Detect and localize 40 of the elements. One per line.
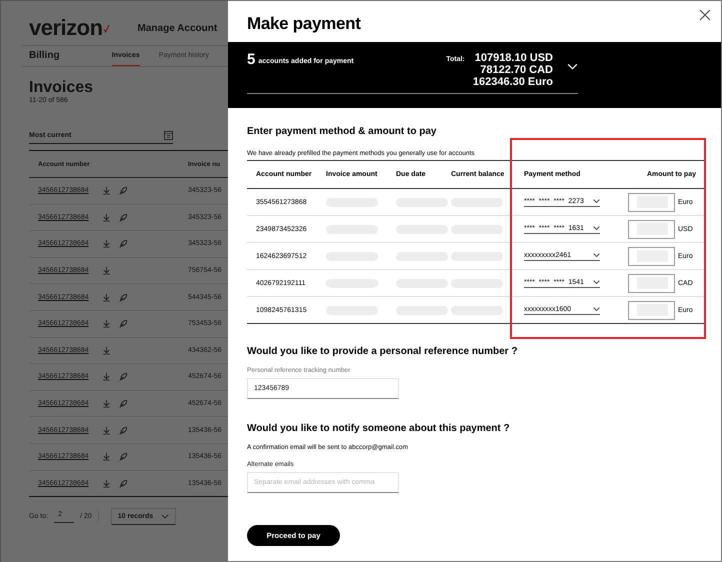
close-button[interactable] xyxy=(699,9,711,21)
section-title: Enter payment method & amount to pay xyxy=(247,126,438,137)
chevron-down-icon[interactable] xyxy=(567,63,578,70)
total-amount: 78122.70 CAD xyxy=(480,64,553,76)
close-icon xyxy=(699,9,711,21)
section-title: Would you like to notify someone about this payment ? xyxy=(247,423,511,434)
download-icon[interactable] xyxy=(102,452,110,462)
download-icon[interactable] xyxy=(102,399,110,408)
download-icon[interactable] xyxy=(102,266,110,276)
chevron-down-icon xyxy=(593,198,600,204)
amount-field[interactable] xyxy=(628,300,675,320)
header-title: Manage Account xyxy=(138,22,218,34)
download-icon[interactable] xyxy=(102,186,110,196)
page-title: Invoices xyxy=(29,79,94,97)
chevron-down-icon xyxy=(593,226,600,230)
amount-field[interactable] xyxy=(628,246,675,266)
download-icon[interactable] xyxy=(102,239,110,248)
total-amount: 107918.10 USD xyxy=(474,52,553,64)
section-title: Would you like to provide a personal reference number ? xyxy=(247,346,518,357)
download-icon[interactable] xyxy=(102,372,110,382)
account-count: 5 xyxy=(247,52,256,67)
download-icon[interactable] xyxy=(102,478,110,488)
download-icon[interactable] xyxy=(102,212,110,222)
download-icon[interactable] xyxy=(102,319,110,328)
download-icon[interactable] xyxy=(102,426,110,435)
download-icon[interactable] xyxy=(102,292,110,302)
section-title: Billing xyxy=(29,50,61,63)
chevron-down-icon xyxy=(593,252,600,258)
modal-title: Make payment xyxy=(247,14,361,34)
chevron-down-icon xyxy=(593,280,600,284)
download-icon[interactable] xyxy=(102,346,110,355)
logo: verizon xyxy=(29,15,103,41)
calendar-icon xyxy=(164,131,173,140)
check-icon xyxy=(102,24,110,32)
chevron-down-icon xyxy=(161,514,170,519)
amount-field[interactable] xyxy=(628,274,675,292)
total-amount: 162346.30 Euro xyxy=(472,76,553,88)
amount-field[interactable] xyxy=(628,192,675,212)
amount-field[interactable] xyxy=(628,220,675,238)
chevron-down-icon xyxy=(593,306,600,312)
